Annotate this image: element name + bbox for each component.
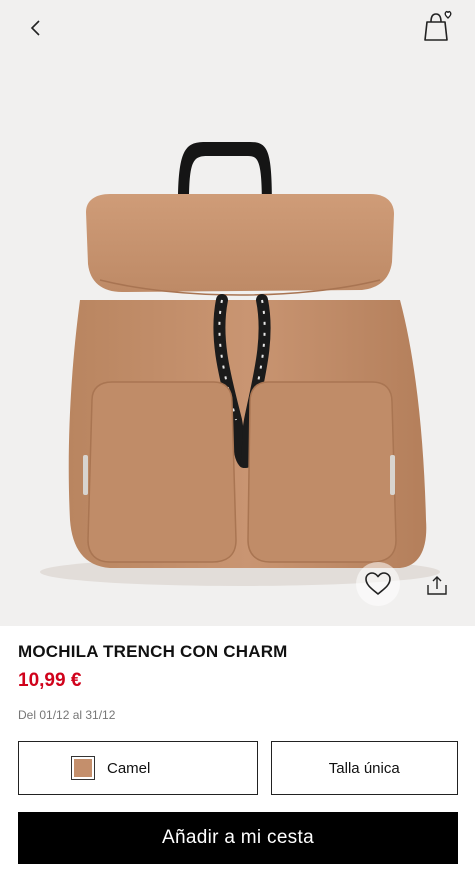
shopping-bag-heart-icon — [424, 10, 452, 41]
product-info: MOCHILA TRENCH CON CHARM 10,99 € Del 01/… — [18, 640, 457, 722]
product-page: MOCHILA TRENCH CON CHARM 10,99 € Del 01/… — [0, 0, 475, 885]
color-selector[interactable]: Camel — [18, 741, 258, 795]
color-swatch-fill — [74, 759, 92, 777]
size-selector[interactable]: Talla única — [270, 741, 458, 795]
cart-button[interactable] — [421, 8, 457, 44]
heart-outline-icon — [365, 572, 391, 595]
back-button[interactable] — [22, 14, 50, 42]
product-title: MOCHILA TRENCH CON CHARM — [18, 642, 288, 661]
chevron-left-icon — [30, 20, 40, 36]
color-label: Camel — [107, 759, 151, 777]
share-icon — [427, 576, 447, 595]
size-label: Talla única — [328, 759, 400, 777]
add-to-cart-button[interactable]: Añadir a mi cesta — [18, 812, 458, 864]
variant-selectors: Camel Talla única — [18, 741, 458, 795]
color-swatch — [71, 756, 95, 780]
share-button[interactable] — [420, 568, 454, 602]
product-image — [40, 142, 440, 586]
product-price: 10,99 € — [18, 670, 82, 691]
promo-dates: Del 01/12 al 31/12 — [18, 708, 116, 722]
favorite-button[interactable] — [356, 562, 400, 606]
product-image-area[interactable] — [0, 0, 475, 626]
